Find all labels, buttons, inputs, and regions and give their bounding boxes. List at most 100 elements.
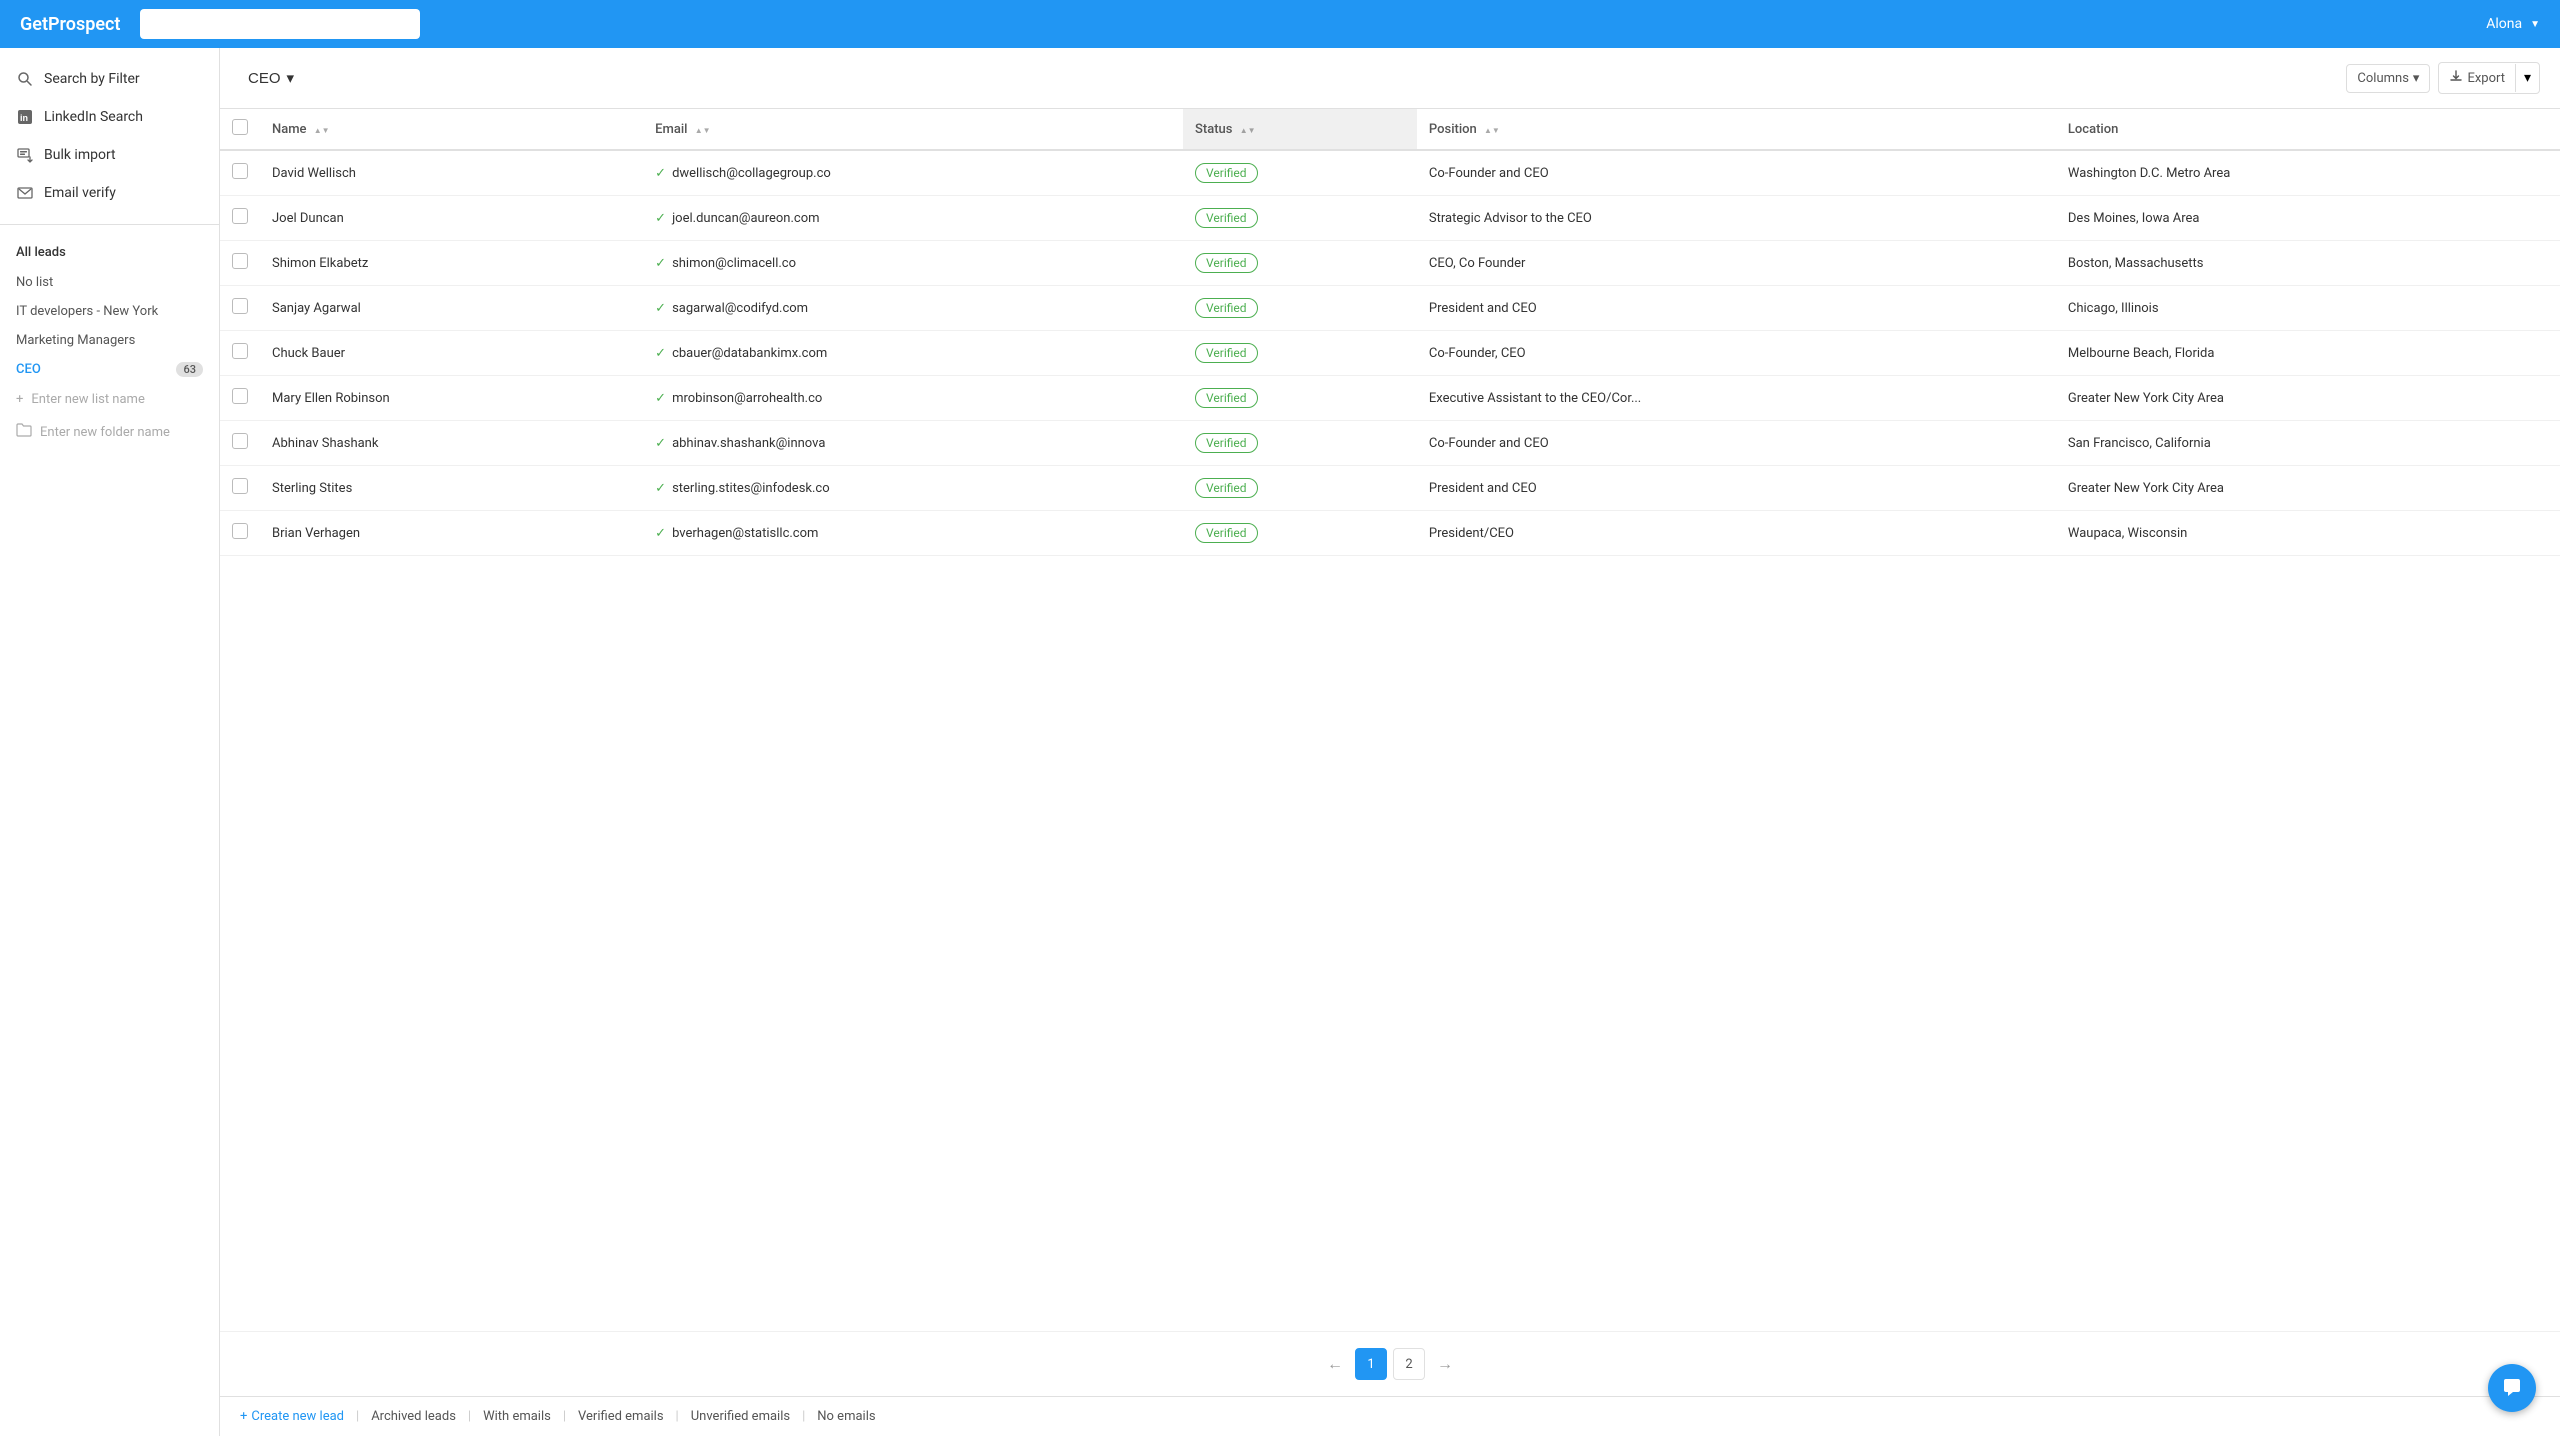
next-page-button[interactable]: → (1431, 1350, 1459, 1378)
row-location: Melbourne Beach, Florida (2056, 331, 2560, 376)
layout: Search by Filter in LinkedIn Search Bulk… (0, 48, 2560, 1436)
page-1-button[interactable]: 1 (1355, 1348, 1387, 1380)
add-list-item[interactable]: + Enter new list name (0, 384, 219, 415)
leads-table-container: Name ▲▼ Email ▲▼ Status ▲▼ Position (220, 109, 2560, 1331)
sidebar-item-email-verify[interactable]: Email verify (0, 174, 219, 212)
row-position: Co-Founder and CEO (1417, 150, 2056, 196)
col-header-name[interactable]: Name ▲▼ (260, 109, 643, 150)
header-search-input[interactable] (140, 9, 420, 39)
row-position: President/CEO (1417, 511, 2056, 556)
row-location: Washington D.C. Metro Area (2056, 150, 2560, 196)
table-header-checkbox[interactable] (220, 109, 260, 150)
user-menu[interactable]: Alona ▼ (2486, 16, 2540, 32)
chat-button[interactable] (2488, 1364, 2536, 1412)
row-checkbox[interactable] (232, 523, 248, 539)
export-label: Export (2467, 71, 2505, 86)
row-checkbox-cell[interactable] (220, 421, 260, 466)
plus-create-icon: + (240, 1409, 247, 1424)
export-button[interactable]: Export (2439, 63, 2515, 93)
row-checkbox-cell[interactable] (220, 376, 260, 421)
unverified-emails-link[interactable]: Unverified emails (679, 1409, 802, 1424)
add-folder-item[interactable]: Enter new folder name (0, 415, 219, 449)
col-header-status[interactable]: Status ▲▼ (1183, 109, 1417, 150)
verified-emails-link[interactable]: Verified emails (566, 1409, 676, 1424)
list-title-chevron: ▾ (287, 69, 295, 87)
email-address: cbauer@databankimx.com (672, 346, 827, 361)
row-name: Brian Verhagen (260, 511, 643, 556)
col-header-location[interactable]: Location (2056, 109, 2560, 150)
row-position: Executive Assistant to the CEO/Cor... (1417, 376, 2056, 421)
table-row: Sanjay Agarwal ✓ sagarwal@codifyd.com Ve… (220, 286, 2560, 331)
row-email: ✓ cbauer@databankimx.com (643, 331, 1183, 376)
no-emails-link[interactable]: No emails (805, 1409, 887, 1424)
email-address: dwellisch@collagegroup.co (672, 166, 831, 181)
sidebar-item-label: LinkedIn Search (44, 109, 143, 125)
username: Alona (2486, 16, 2522, 32)
row-status: Verified (1183, 466, 1417, 511)
status-badge: Verified (1195, 388, 1258, 408)
archived-leads-link[interactable]: Archived leads (359, 1409, 468, 1424)
row-name: Sanjay Agarwal (260, 286, 643, 331)
create-lead-link[interactable]: + Create new lead (240, 1409, 356, 1424)
row-location: Waupaca, Wisconsin (2056, 511, 2560, 556)
row-checkbox[interactable] (232, 253, 248, 269)
col-header-email[interactable]: Email ▲▼ (643, 109, 1183, 150)
sidebar-item-linkedin-search[interactable]: in LinkedIn Search (0, 98, 219, 136)
prev-page-button[interactable]: ← (1321, 1350, 1349, 1378)
row-checkbox[interactable] (232, 298, 248, 314)
sidebar-item-bulk-import[interactable]: Bulk import (0, 136, 219, 174)
columns-label: Columns (2357, 71, 2409, 86)
toolbar-actions: Columns ▾ Export ▾ (2346, 62, 2540, 94)
row-checkbox-cell[interactable] (220, 241, 260, 286)
col-header-position[interactable]: Position ▲▼ (1417, 109, 2056, 150)
linkedin-icon: in (16, 108, 34, 126)
row-checkbox[interactable] (232, 433, 248, 449)
row-status: Verified (1183, 150, 1417, 196)
row-name: David Wellisch (260, 150, 643, 196)
columns-button[interactable]: Columns ▾ (2346, 64, 2430, 93)
email-address: mrobinson@arrohealth.co (672, 391, 822, 406)
email-verified-icon: ✓ (655, 436, 666, 451)
row-checkbox[interactable] (232, 163, 248, 179)
select-all-checkbox[interactable] (232, 119, 248, 135)
sidebar-item-label: Email verify (44, 185, 116, 201)
sidebar-list-it-developers[interactable]: IT developers - New York (0, 297, 219, 326)
sidebar-item-search-filter[interactable]: Search by Filter (0, 60, 219, 98)
email-verified-icon: ✓ (655, 301, 666, 316)
ceo-count: 63 (176, 362, 203, 377)
export-dropdown-arrow[interactable]: ▾ (2515, 64, 2539, 92)
list-title-button[interactable]: CEO ▾ (240, 65, 302, 91)
row-checkbox[interactable] (232, 208, 248, 224)
email-verified-icon: ✓ (655, 346, 666, 361)
email-address: sterling.stites@infodesk.co (672, 481, 830, 496)
sidebar-list-ceo[interactable]: CEO 63 (0, 355, 219, 384)
sidebar-list-marketing-managers[interactable]: Marketing Managers (0, 326, 219, 355)
row-email: ✓ abhinav.shashank@innova (643, 421, 1183, 466)
row-checkbox-cell[interactable] (220, 196, 260, 241)
pagination: ← 1 2 → (220, 1331, 2560, 1396)
sidebar-all-leads[interactable]: All leads (0, 237, 219, 268)
row-checkbox[interactable] (232, 343, 248, 359)
row-location: Greater New York City Area (2056, 376, 2560, 421)
row-checkbox-cell[interactable] (220, 331, 260, 376)
sidebar: Search by Filter in LinkedIn Search Bulk… (0, 48, 220, 1436)
row-position: President and CEO (1417, 286, 2056, 331)
row-checkbox-cell[interactable] (220, 150, 260, 196)
row-checkbox-cell[interactable] (220, 511, 260, 556)
table-row: David Wellisch ✓ dwellisch@collagegroup.… (220, 150, 2560, 196)
bulk-import-icon (16, 146, 34, 164)
row-checkbox-cell[interactable] (220, 286, 260, 331)
row-status: Verified (1183, 331, 1417, 376)
row-checkbox[interactable] (232, 478, 248, 494)
row-status: Verified (1183, 241, 1417, 286)
leads-table: Name ▲▼ Email ▲▼ Status ▲▼ Position (220, 109, 2560, 556)
with-emails-link[interactable]: With emails (471, 1409, 563, 1424)
sidebar-no-list[interactable]: No list (0, 268, 219, 297)
page-2-button[interactable]: 2 (1393, 1348, 1425, 1380)
status-badge: Verified (1195, 478, 1258, 498)
email-address: sagarwal@codifyd.com (672, 301, 808, 316)
row-checkbox-cell[interactable] (220, 466, 260, 511)
status-badge: Verified (1195, 253, 1258, 273)
row-checkbox[interactable] (232, 388, 248, 404)
status-badge: Verified (1195, 523, 1258, 543)
